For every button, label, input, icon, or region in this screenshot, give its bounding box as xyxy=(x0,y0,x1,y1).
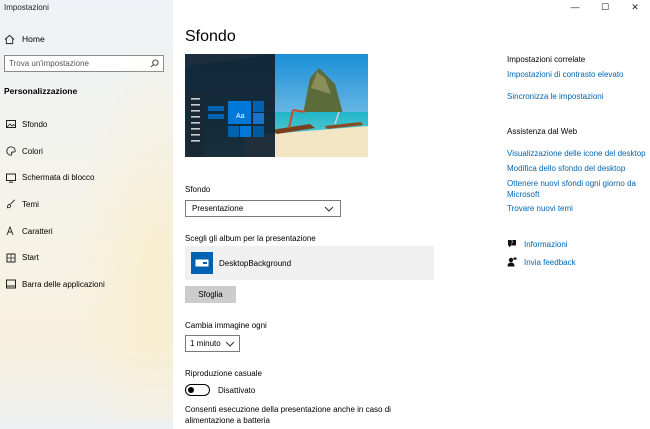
preview-image xyxy=(185,54,368,157)
app-title: Impostazioni xyxy=(4,3,49,12)
web-help-heading: Assistenza dal Web xyxy=(507,127,578,136)
change-background-link[interactable]: Modifica dello sfondo del desktop xyxy=(507,163,625,174)
taskbar-icon xyxy=(6,279,16,289)
chevron-down-icon xyxy=(324,206,334,212)
folder-icon xyxy=(191,252,213,274)
info-label: Informazioni xyxy=(524,239,568,249)
high-contrast-link[interactable]: Impostazioni di contrasto elevato xyxy=(507,69,624,80)
chevron-down-icon xyxy=(225,341,235,347)
maximize-button[interactable]: ☐ xyxy=(590,0,620,14)
close-button[interactable]: ✕ xyxy=(620,0,650,14)
sync-settings-link[interactable]: Sincronizza le impostazioni xyxy=(507,91,604,102)
album-name: DesktopBackground xyxy=(219,258,292,268)
start-icon xyxy=(6,253,16,263)
shuffle-state: Disattivato xyxy=(218,386,256,395)
sidebar: Impostazioni Home Personalizzazione Sfon… xyxy=(0,0,173,429)
daily-backgrounds-link-line2: Microsoft xyxy=(507,190,540,199)
sidebar-item-label: Caratteri xyxy=(22,226,53,236)
album-item[interactable]: DesktopBackground xyxy=(185,246,434,280)
home-button[interactable]: Home xyxy=(4,31,45,47)
browse-button[interactable]: Sfoglia xyxy=(185,286,236,303)
picture-icon xyxy=(6,120,16,129)
sidebar-item-barra-delle-applicazioni[interactable]: Barra delle applicazioni xyxy=(0,271,173,298)
sidebar-item-label: Barra delle applicazioni xyxy=(22,279,105,289)
home-label: Home xyxy=(22,34,45,44)
sidebar-item-temi[interactable]: Temi xyxy=(0,191,173,218)
lock-screen-icon xyxy=(6,173,16,183)
sidebar-item-label: Start xyxy=(22,253,39,263)
feedback-icon xyxy=(507,257,517,267)
search-icon[interactable] xyxy=(150,59,159,68)
shuffle-label: Riproduzione casuale xyxy=(185,369,262,378)
window-controls: — ☐ ✕ xyxy=(560,0,650,14)
sidebar-item-schermata-di-blocco[interactable]: Schermata di blocco xyxy=(0,164,173,191)
change-every-value: 1 minuto xyxy=(190,339,221,348)
sidebar-item-label: Colori xyxy=(22,146,43,156)
sidebar-item-sfondo[interactable]: Sfondo xyxy=(0,111,173,138)
sidebar-item-colori[interactable]: Colori xyxy=(0,138,173,165)
brush-icon xyxy=(7,199,16,209)
find-themes-link[interactable]: Trovare nuovi temi xyxy=(507,203,573,214)
preview-tile-text: Aa xyxy=(236,113,245,120)
battery-label-line2: alimentazione a batteria xyxy=(185,416,270,425)
background-preview: Aa xyxy=(185,54,368,157)
shuffle-toggle[interactable] xyxy=(185,384,210,396)
change-every-dropdown[interactable]: 1 minuto xyxy=(185,335,240,352)
daily-backgrounds-link[interactable]: Ottenere nuovi sfondi ogni giorno da Mic… xyxy=(507,178,636,200)
battery-label-line1: Consenti esecuzione della presentazione … xyxy=(185,405,391,414)
feedback-label: Invia feedback xyxy=(524,257,576,267)
albums-label: Scegli gli album per la presentazione xyxy=(185,234,316,243)
svg-text:?: ? xyxy=(511,240,514,246)
sidebar-item-start[interactable]: Start xyxy=(0,244,173,271)
background-dropdown-value: Presentazione xyxy=(192,204,244,213)
search-box[interactable] xyxy=(4,55,164,72)
sidebar-item-label: Temi xyxy=(22,199,39,209)
sidebar-item-label: Schermata di blocco xyxy=(22,173,95,183)
change-every-label: Cambia immagine ogni xyxy=(185,321,267,330)
sidebar-nav: Sfondo Colori Schermata di blocco Temi C… xyxy=(0,111,173,298)
feedback-link[interactable]: Invia feedback xyxy=(507,257,576,267)
minimize-button[interactable]: — xyxy=(560,0,590,14)
home-icon xyxy=(4,34,15,44)
daily-backgrounds-link-line1: Ottenere nuovi sfondi ogni giorno da xyxy=(507,179,636,188)
desktop-icons-link[interactable]: Visualizzazione delle icone del desktop xyxy=(507,148,646,159)
background-label: Sfondo xyxy=(185,185,211,194)
related-settings-heading: Impostazioni correlate xyxy=(507,55,586,64)
sidebar-item-label: Sfondo xyxy=(22,119,48,129)
page-title: Sfondo xyxy=(185,28,236,45)
font-icon xyxy=(6,226,14,236)
info-link[interactable]: ? Informazioni xyxy=(507,239,568,249)
help-chat-icon: ? xyxy=(508,240,516,248)
section-title: Personalizzazione xyxy=(4,86,78,96)
search-input[interactable] xyxy=(9,59,150,68)
palette-icon xyxy=(6,146,16,156)
background-dropdown[interactable]: Presentazione xyxy=(185,200,341,217)
sidebar-item-caratteri[interactable]: Caratteri xyxy=(0,218,173,245)
